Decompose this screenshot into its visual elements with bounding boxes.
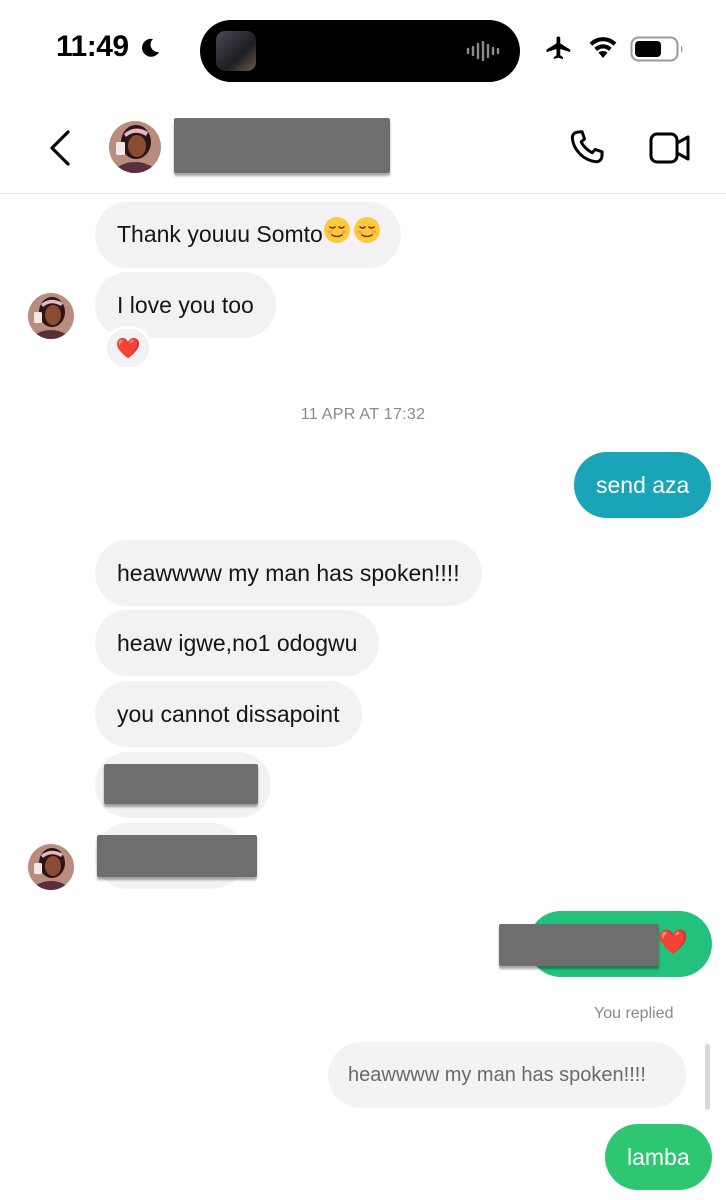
video-call-icon[interactable] [648,128,692,168]
message-text: lamba [627,1144,690,1170]
message-bubble-incoming[interactable]: Thank youuu Somto [95,202,401,268]
contact-avatar[interactable] [27,292,75,340]
moon-icon [142,38,159,57]
redacted-block [104,764,258,804]
quoted-reply[interactable]: heawwww my man has spoken!!!! [328,1042,686,1108]
now-playing-thumbnail [216,31,256,71]
status-bar: 11:49 [0,0,726,100]
wifi-icon [589,37,617,58]
message-text: send aza [596,472,690,498]
reply-indicator-bar [705,1044,710,1110]
heart-reaction: ❤️ [115,337,141,360]
dynamic-island[interactable] [200,20,520,82]
audio-wave-icon [466,41,500,61]
redacted-block [97,835,257,877]
contact-avatar[interactable] [108,120,162,174]
battery-icon [630,36,683,62]
chat-header [0,100,726,194]
message-bubble-incoming-redacted[interactable] [95,752,271,818]
heart-emoji: ❤️ [658,929,688,956]
relieved-face-emoji [323,204,381,268]
message-bubble-incoming[interactable]: heaw igwe,no1 odogwu [95,610,380,676]
message-text: I love you too [117,292,254,318]
status-time: 11:49 [56,30,129,63]
redacted-block [499,924,659,966]
airplane-icon [546,36,571,59]
back-icon[interactable] [46,128,74,168]
phone-icon[interactable] [566,126,608,168]
message-text: you cannot dissapoint [117,701,340,727]
reply-label: You replied [594,1005,674,1022]
contact-avatar[interactable] [27,843,75,891]
contact-name-redacted[interactable] [174,118,390,173]
message-text: heawwww my man has spoken!!!! [117,560,460,586]
message-text: heaw igwe,no1 odogwu [117,630,358,656]
message-text: Thank youuu Somto [117,221,323,247]
message-bubble-outgoing[interactable]: send aza [574,452,712,518]
message-bubble-outgoing[interactable]: lamba [605,1124,712,1190]
timestamp-divider: 11 APR AT 17:32 [300,406,426,423]
message-bubble-incoming[interactable]: you cannot dissapoint [95,681,362,747]
message-bubble-incoming[interactable]: heawwww my man has spoken!!!! [95,540,482,606]
message-reaction[interactable]: ❤️ [104,326,152,370]
message-bubble-incoming-redacted[interactable] [95,823,257,889]
